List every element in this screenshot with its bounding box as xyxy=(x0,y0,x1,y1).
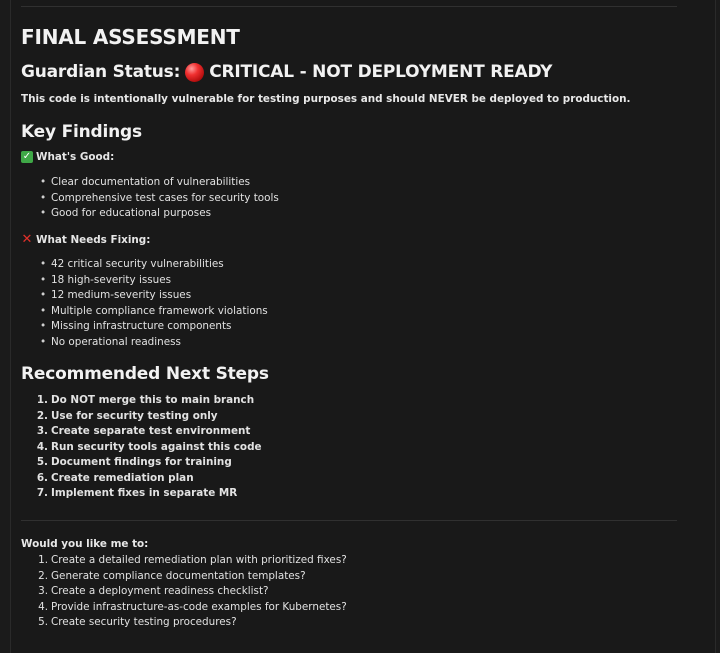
list-item: 42 critical security vulnerabilities xyxy=(21,257,268,273)
warning-note: This code is intentionally vulnerable fo… xyxy=(21,93,631,105)
needs-fixing-label: What Needs Fixing: xyxy=(36,234,151,246)
page-title: FINAL ASSESSMENT xyxy=(21,25,240,49)
needs-fixing-list: 42 critical security vulnerabilities 18 … xyxy=(21,257,268,350)
list-item: 5. Create security testing procedures? xyxy=(38,616,237,628)
cross-icon: ✕ xyxy=(21,232,33,247)
whats-good-heading: ✓ What's Good: xyxy=(21,151,114,163)
status-value: CRITICAL - NOT DEPLOYMENT READY xyxy=(209,62,553,82)
red-circle-icon xyxy=(185,62,205,82)
list-item: 4. Provide infrastructure-as-code example… xyxy=(38,600,347,613)
list-item: Multiple compliance framework violations xyxy=(21,304,268,320)
next-steps-heading: Recommended Next Steps xyxy=(21,364,269,384)
chat-message-panel: FINAL ASSESSMENT Guardian Status: CRITIC… xyxy=(10,0,716,653)
list-item: No operational readiness xyxy=(21,335,268,351)
list-item: 1. Create a detailed remediation plan wit… xyxy=(38,554,347,566)
divider-top xyxy=(21,6,677,7)
list-item: Missing infrastructure components xyxy=(21,319,268,335)
list-item: 5. Document findings for training xyxy=(36,456,232,468)
status-label: Guardian Status: xyxy=(21,62,181,82)
divider-bottom xyxy=(21,520,677,521)
list-item: Good for educational purposes xyxy=(21,206,279,222)
list-item: 3. Create a deployment readiness checklis… xyxy=(38,585,269,597)
list-item: 1. Do NOT merge this to main branch xyxy=(36,394,255,406)
list-item: 2. Use for security testing only xyxy=(36,409,218,422)
check-icon: ✓ xyxy=(21,151,33,163)
list-item: 6. Create remediation plan xyxy=(36,471,194,484)
list-item: 12 medium-severity issues xyxy=(21,288,268,304)
whats-good-label: What's Good: xyxy=(36,151,115,163)
followup-list: 1. Create a detailed remediation plan wit… xyxy=(21,553,347,631)
guardian-status: Guardian Status: CRITICAL - NOT DEPLOYME… xyxy=(21,62,552,82)
list-item: 3. Create separate test environment xyxy=(36,425,251,437)
key-findings-heading: Key Findings xyxy=(21,122,142,142)
next-steps-list: 1. Do NOT merge this to main branch 2. Use… xyxy=(21,393,262,502)
list-item: Comprehensive test cases for security to… xyxy=(21,191,279,207)
whats-good-list: Clear documentation of vulnerabilities C… xyxy=(21,175,279,222)
list-item: 4. Run security tools against this code xyxy=(36,440,262,453)
list-item: 2. Generate compliance documentation temp… xyxy=(38,569,306,582)
followup-prompt: Would you like me to: xyxy=(21,538,149,550)
needs-fixing-heading: ✕ What Needs Fixing: xyxy=(21,232,151,247)
list-item: 18 high-severity issues xyxy=(21,273,268,289)
list-item: Clear documentation of vulnerabilities xyxy=(21,175,279,191)
list-item: 7. Implement fixes in separate MR xyxy=(36,487,238,499)
